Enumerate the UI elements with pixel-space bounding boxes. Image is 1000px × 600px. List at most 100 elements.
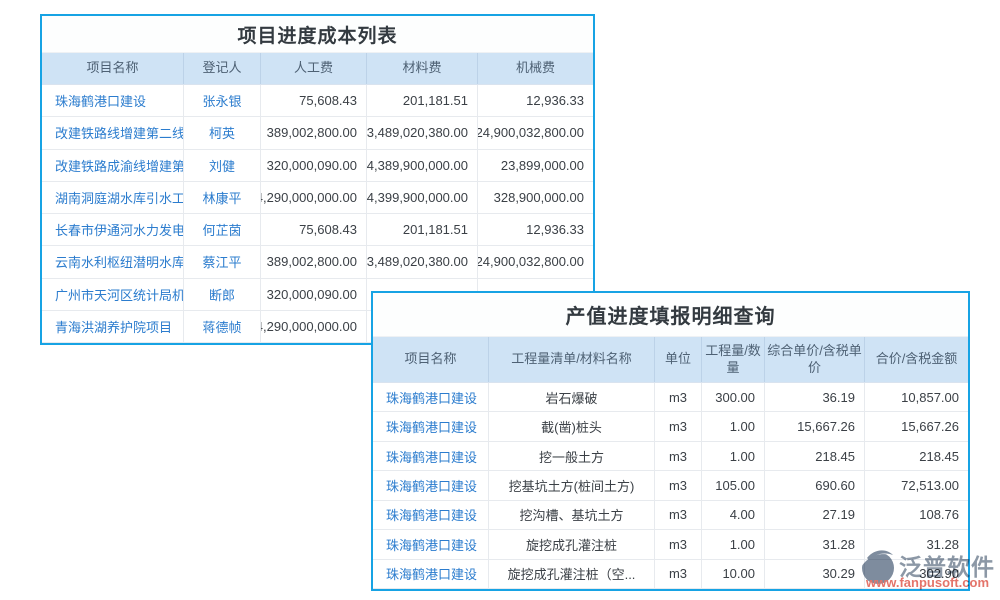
col-header-material: 材料费 xyxy=(367,53,478,84)
cell-registrant-link[interactable]: 林康平 xyxy=(184,182,261,213)
cell-project-link[interactable]: 珠海鹤港口建设 xyxy=(373,560,489,588)
cell-labor-cost: 4,290,000,000.00 xyxy=(261,182,367,213)
cell-registrant-link[interactable]: 蔡江平 xyxy=(184,246,261,277)
cell-unit: m3 xyxy=(655,560,702,588)
cell-unit-price: 218.45 xyxy=(765,442,865,470)
cell-project-link[interactable]: 珠海鹤港口建设 xyxy=(373,383,489,411)
cell-item-name: 挖沟槽、基坑土方 xyxy=(489,501,655,529)
cell-unit: m3 xyxy=(655,442,702,470)
col-header-machine: 机械费 xyxy=(478,53,593,84)
cost-table-row: 云南水利枢纽潜明水库... 蔡江平 389,002,800.00 3,489,0… xyxy=(42,246,593,278)
cell-project-link[interactable]: 长春市伊通河水力发电... xyxy=(42,214,184,245)
output-value-row: 珠海鹤港口建设 挖基坑土方(桩间土方) m3 105.00 690.60 72,… xyxy=(373,471,968,500)
page-background: 项目进度成本列表 项目名称 登记人 人工费 材料费 机械费 珠海鹤港口建设 张永… xyxy=(0,0,1000,600)
cell-project-link[interactable]: 珠海鹤港口建设 xyxy=(373,442,489,470)
cell-machine-cost: 24,900,032,800.00 xyxy=(478,246,593,277)
cell-quantity: 10.00 xyxy=(702,560,765,588)
cell-item-name: 截(凿)桩头 xyxy=(489,412,655,440)
cell-registrant-link[interactable]: 蒋德帧 xyxy=(184,311,261,342)
cell-quantity: 105.00 xyxy=(702,471,765,499)
cell-total-amount: 302.90 xyxy=(865,560,968,588)
cell-project-link[interactable]: 珠海鹤港口建设 xyxy=(373,530,489,558)
cell-machine-cost: 328,900,000.00 xyxy=(478,182,593,213)
cell-quantity: 4.00 xyxy=(702,501,765,529)
cell-unit: m3 xyxy=(655,501,702,529)
cell-total-amount: 218.45 xyxy=(865,442,968,470)
output-value-row: 珠海鹤港口建设 岩石爆破 m3 300.00 36.19 10,857.00 xyxy=(373,383,968,412)
cell-project-link[interactable]: 珠海鹤港口建设 xyxy=(42,85,184,116)
output-value-header-row: 项目名称 工程量清单/材料名称 单位 工程量/数量 综合单价/含税单价 合价/含… xyxy=(373,337,968,383)
cell-project-link[interactable]: 湖南洞庭湖水库引水工... xyxy=(42,182,184,213)
col-header-project: 项目名称 xyxy=(373,337,489,382)
cell-unit: m3 xyxy=(655,530,702,558)
cell-labor-cost: 320,000,090.00 xyxy=(261,150,367,181)
cell-labor-cost: 75,608.43 xyxy=(261,214,367,245)
cell-unit: m3 xyxy=(655,412,702,440)
cell-item-name: 挖基坑土方(桩间土方) xyxy=(489,471,655,499)
cell-unit-price: 15,667.26 xyxy=(765,412,865,440)
cell-unit-price: 30.29 xyxy=(765,560,865,588)
col-header-unit: 单位 xyxy=(655,337,702,382)
cell-registrant-link[interactable]: 刘健 xyxy=(184,150,261,181)
cell-quantity: 1.00 xyxy=(702,442,765,470)
cell-labor-cost: 389,002,800.00 xyxy=(261,246,367,277)
cell-project-link[interactable]: 青海洪湖养护院项目 xyxy=(42,311,184,342)
cell-unit-price: 690.60 xyxy=(765,471,865,499)
cell-registrant-link[interactable]: 何芷茵 xyxy=(184,214,261,245)
cost-table-row: 改建铁路线增建第二线... 柯英 389,002,800.00 3,489,02… xyxy=(42,117,593,149)
output-value-panel: 产值进度填报明细查询 项目名称 工程量清单/材料名称 单位 工程量/数量 综合单… xyxy=(371,291,970,591)
output-value-row: 珠海鹤港口建设 旋挖成孔灌注桩 m3 1.00 31.28 31.28 xyxy=(373,530,968,559)
cell-unit-price: 31.28 xyxy=(765,530,865,558)
cost-table-row: 湖南洞庭湖水库引水工... 林康平 4,290,000,000.00 4,399… xyxy=(42,182,593,214)
cell-unit: m3 xyxy=(655,383,702,411)
cell-machine-cost: 23,899,000.00 xyxy=(478,150,593,181)
cell-project-link[interactable]: 云南水利枢纽潜明水库... xyxy=(42,246,184,277)
output-value-row: 珠海鹤港口建设 挖一般土方 m3 1.00 218.45 218.45 xyxy=(373,442,968,471)
cell-quantity: 1.00 xyxy=(702,530,765,558)
cell-material-cost: 4,389,900,000.00 xyxy=(367,150,478,181)
cell-material-cost: 201,181.51 xyxy=(367,214,478,245)
cost-table-row: 珠海鹤港口建设 张永银 75,608.43 201,181.51 12,936.… xyxy=(42,85,593,117)
cell-registrant-link[interactable]: 柯英 xyxy=(184,117,261,148)
cost-table-row: 改建铁路成渝线增建第... 刘健 320,000,090.00 4,389,90… xyxy=(42,150,593,182)
cell-material-cost: 3,489,020,380.00 xyxy=(367,246,478,277)
cell-item-name: 旋挖成孔灌注桩（空... xyxy=(489,560,655,588)
cell-material-cost: 3,489,020,380.00 xyxy=(367,117,478,148)
cell-registrant-link[interactable]: 断郎 xyxy=(184,279,261,310)
cell-total-amount: 31.28 xyxy=(865,530,968,558)
cell-total-amount: 15,667.26 xyxy=(865,412,968,440)
col-header-item: 工程量清单/材料名称 xyxy=(489,337,655,382)
cell-material-cost: 201,181.51 xyxy=(367,85,478,116)
col-header-labor: 人工费 xyxy=(261,53,367,84)
cell-machine-cost: 24,900,032,800.00 xyxy=(478,117,593,148)
cell-labor-cost: 320,000,090.00 xyxy=(261,279,367,310)
cell-project-link[interactable]: 改建铁路线增建第二线... xyxy=(42,117,184,148)
cell-unit-price: 36.19 xyxy=(765,383,865,411)
col-header-total: 合价/含税金额 xyxy=(865,337,968,382)
cell-machine-cost: 12,936.33 xyxy=(478,214,593,245)
cell-quantity: 300.00 xyxy=(702,383,765,411)
cell-machine-cost: 12,936.33 xyxy=(478,85,593,116)
output-value-body: 珠海鹤港口建设 岩石爆破 m3 300.00 36.19 10,857.00 珠… xyxy=(373,383,968,589)
cell-unit-price: 27.19 xyxy=(765,501,865,529)
cost-list-header-row: 项目名称 登记人 人工费 材料费 机械费 xyxy=(42,53,593,85)
cost-list-title: 项目进度成本列表 xyxy=(42,16,593,53)
cell-material-cost: 4,399,900,000.00 xyxy=(367,182,478,213)
output-value-row: 珠海鹤港口建设 截(凿)桩头 m3 1.00 15,667.26 15,667.… xyxy=(373,412,968,441)
cell-labor-cost: 75,608.43 xyxy=(261,85,367,116)
cell-total-amount: 10,857.00 xyxy=(865,383,968,411)
cell-project-link[interactable]: 广州市天河区统计局机... xyxy=(42,279,184,310)
cell-project-link[interactable]: 改建铁路成渝线增建第... xyxy=(42,150,184,181)
cost-table-row: 长春市伊通河水力发电... 何芷茵 75,608.43 201,181.51 1… xyxy=(42,214,593,246)
cell-labor-cost: 4,290,000,000.00 xyxy=(261,311,367,342)
cell-project-link[interactable]: 珠海鹤港口建设 xyxy=(373,412,489,440)
cell-total-amount: 108.76 xyxy=(865,501,968,529)
col-header-registrant: 登记人 xyxy=(184,53,261,84)
cell-project-link[interactable]: 珠海鹤港口建设 xyxy=(373,471,489,499)
cell-registrant-link[interactable]: 张永银 xyxy=(184,85,261,116)
cell-item-name: 挖一般土方 xyxy=(489,442,655,470)
col-header-quantity: 工程量/数量 xyxy=(702,337,765,382)
cell-project-link[interactable]: 珠海鹤港口建设 xyxy=(373,501,489,529)
cell-labor-cost: 389,002,800.00 xyxy=(261,117,367,148)
col-header-project: 项目名称 xyxy=(42,53,184,84)
